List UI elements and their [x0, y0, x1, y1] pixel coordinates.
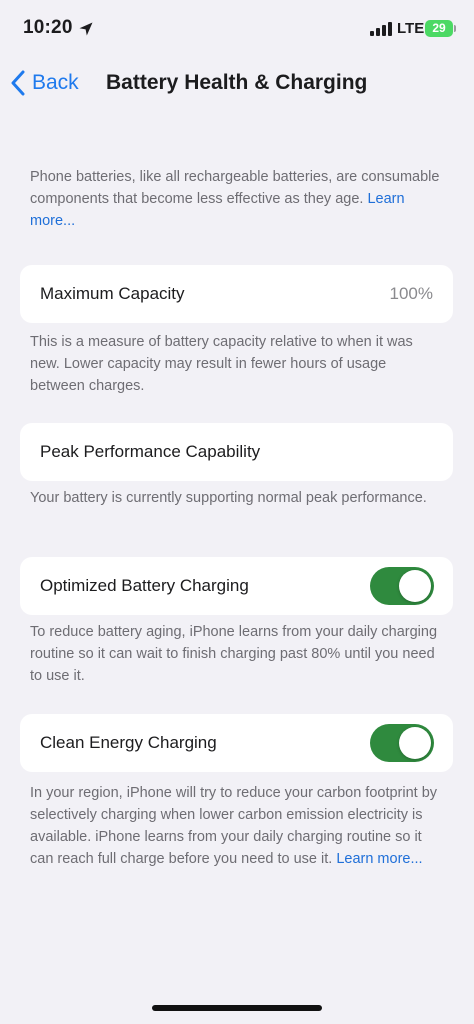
clean-energy-description: In your region, iPhone will try to reduc… — [30, 782, 444, 870]
peak-performance-label: Peak Performance Capability — [40, 442, 261, 461]
chevron-left-icon — [11, 70, 25, 96]
battery-health-screen: 10:20 LTE 29 Back Battery Health & Charg… — [0, 0, 474, 1024]
intro-description: Phone batteries, like all rechargeable b… — [30, 166, 444, 232]
maximum-capacity-label: Maximum Capacity — [40, 284, 185, 303]
battery-icon: 29 — [425, 20, 453, 37]
page-title: Battery Health & Charging — [106, 71, 368, 94]
optimized-charging-toggle[interactable] — [370, 567, 434, 605]
status-bar: 10:20 LTE 29 — [0, 0, 474, 58]
back-button[interactable]: Back — [10, 68, 79, 98]
location-arrow-icon — [79, 22, 93, 36]
back-label: Back — [32, 71, 79, 94]
maximum-capacity-row: Maximum Capacity 100% — [20, 265, 453, 323]
clean-energy-row: Clean Energy Charging — [20, 714, 453, 772]
navigation-bar: Back Battery Health & Charging — [0, 58, 474, 108]
clean-energy-label: Clean Energy Charging — [40, 733, 217, 752]
cellular-signal-icon — [370, 22, 392, 36]
battery-level: 29 — [432, 21, 446, 35]
battery-cap — [454, 25, 456, 32]
peak-performance-description: Your battery is currently supporting nor… — [30, 490, 427, 506]
toggle-knob — [399, 727, 431, 759]
toggle-knob — [399, 570, 431, 602]
optimized-charging-label: Optimized Battery Charging — [40, 576, 249, 595]
home-indicator[interactable] — [152, 1005, 322, 1011]
network-type: LTE — [397, 20, 425, 37]
maximum-capacity-description: This is a measure of battery capacity re… — [30, 334, 413, 394]
learn-more-link[interactable]: Learn more... — [336, 851, 422, 867]
maximum-capacity-value: 100% — [389, 284, 433, 303]
optimized-charging-row: Optimized Battery Charging — [20, 557, 453, 615]
optimized-charging-description: To reduce battery aging, iPhone learns f… — [30, 624, 438, 684]
peak-performance-row: Peak Performance Capability — [20, 423, 453, 481]
status-time: 10:20 — [23, 17, 73, 38]
clean-energy-toggle[interactable] — [370, 724, 434, 762]
